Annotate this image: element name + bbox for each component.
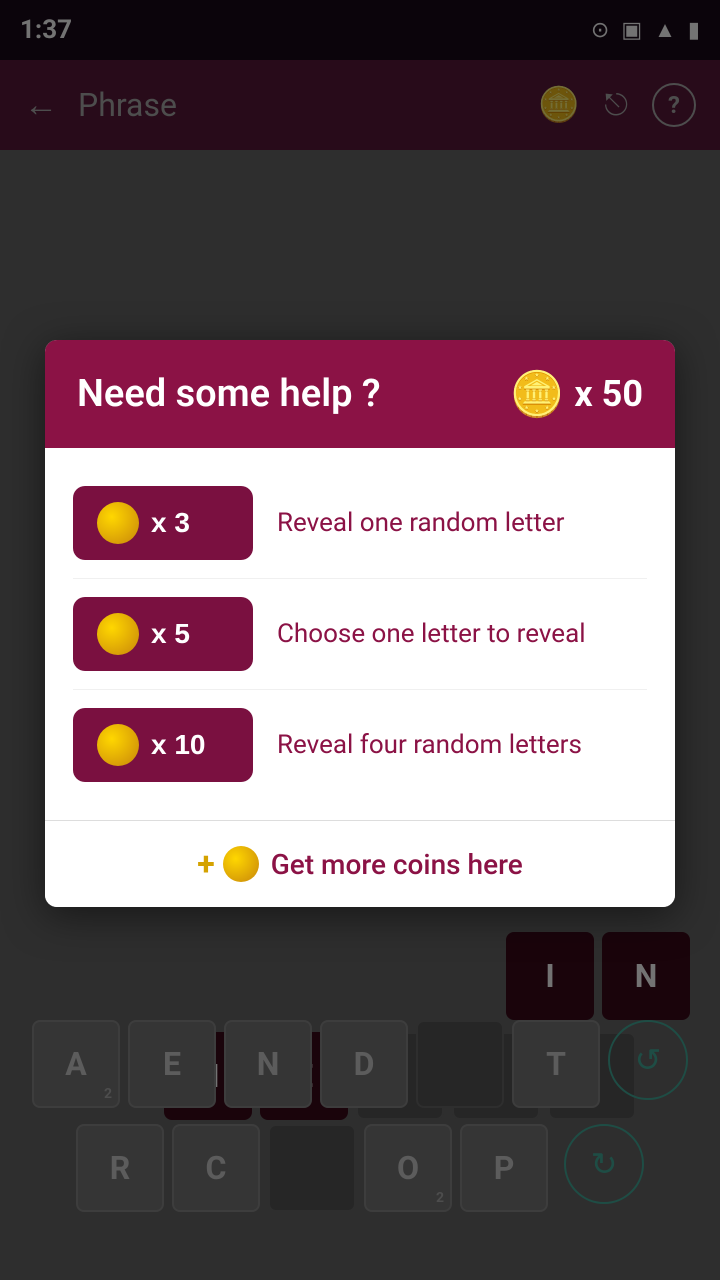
hint-2-button[interactable]: x 5 bbox=[73, 597, 253, 671]
hint-3-cost: x 10 bbox=[151, 729, 206, 761]
coin-icon-2 bbox=[97, 613, 139, 655]
dialog-title: Need some help ? bbox=[77, 372, 381, 416]
hint-option-1[interactable]: x 3 Reveal one random letter bbox=[73, 468, 647, 579]
dialog-body: x 3 Reveal one random letter x 5 Choose … bbox=[45, 448, 675, 820]
get-more-text: Get more coins here bbox=[271, 848, 523, 881]
hint-1-button[interactable]: x 3 bbox=[73, 486, 253, 560]
help-dialog: Need some help ? 🪙 x 50 x 3 Reveal one r… bbox=[45, 340, 675, 907]
coin-icon-3 bbox=[97, 724, 139, 766]
hint-2-cost: x 5 bbox=[151, 618, 190, 650]
dialog-header: Need some help ? 🪙 x 50 bbox=[45, 340, 675, 448]
coin-icon-1 bbox=[97, 502, 139, 544]
coin-stack-icon: 🪙 bbox=[510, 368, 565, 420]
hint-1-description: Reveal one random letter bbox=[277, 505, 647, 541]
coins-display: 🪙 x 50 bbox=[510, 368, 643, 420]
coins-count: x 50 bbox=[574, 373, 643, 415]
hint-3-description: Reveal four random letters bbox=[277, 727, 647, 763]
hint-2-description: Choose one letter to reveal bbox=[277, 616, 647, 652]
hint-3-button[interactable]: x 10 bbox=[73, 708, 253, 782]
hint-option-2[interactable]: x 5 Choose one letter to reveal bbox=[73, 579, 647, 690]
hint-option-3[interactable]: x 10 Reveal four random letters bbox=[73, 690, 647, 800]
hint-1-cost: x 3 bbox=[151, 507, 190, 539]
footer-coin-icon bbox=[223, 846, 259, 882]
plus-coin-display: + bbox=[197, 845, 258, 883]
get-more-coins-button[interactable]: + Get more coins here bbox=[45, 820, 675, 907]
